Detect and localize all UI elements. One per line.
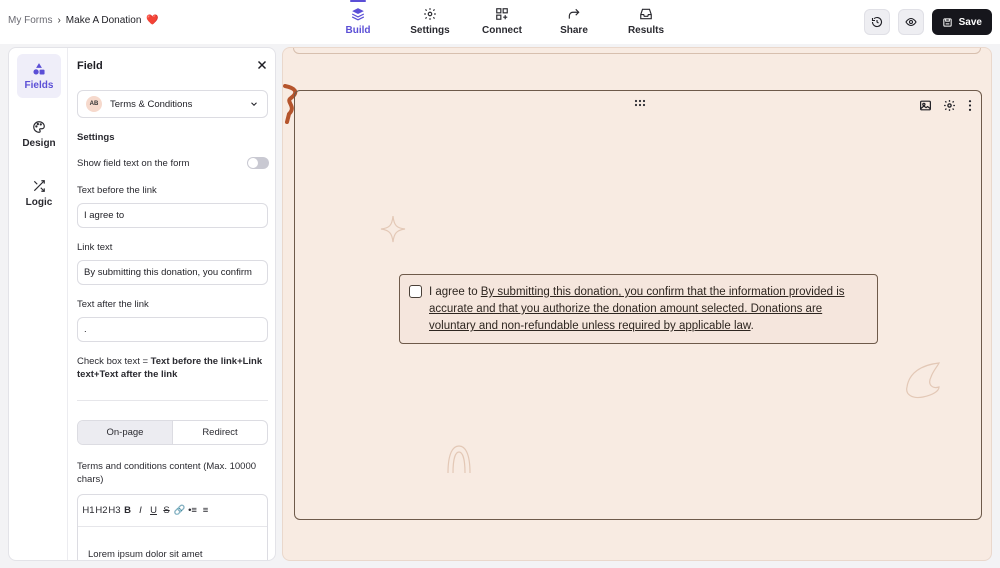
shuffle-icon: [33, 179, 45, 192]
side-rail: Fields Design Logic: [9, 48, 68, 560]
card-tools: [919, 99, 973, 112]
hint-prefix: Check box text =: [77, 356, 151, 367]
text-after-input[interactable]: .: [77, 317, 268, 342]
checkbox-text-before: I agree to: [429, 286, 481, 298]
image-icon[interactable]: [919, 99, 932, 112]
shapes-icon: [33, 62, 45, 75]
settings-heading: Settings: [77, 132, 115, 143]
more-vertical-icon[interactable]: [967, 99, 973, 112]
preview-button[interactable]: [897, 9, 924, 35]
tab-results[interactable]: Results: [610, 0, 682, 44]
close-icon[interactable]: [255, 58, 269, 72]
checkbox-text-hint: Check box text = Text before the link+Li…: [77, 355, 272, 381]
mode-redirect[interactable]: Redirect: [172, 421, 267, 444]
breadcrumb-my-forms[interactable]: My Forms: [8, 15, 52, 26]
history-button[interactable]: [863, 9, 890, 35]
editor-toolbar: H1 H2 H3 B I U S 🔗 •≡ ≡: [78, 495, 267, 527]
save-label: Save: [958, 16, 982, 28]
bold-button[interactable]: B: [121, 505, 134, 516]
rich-text-editor: H1 H2 H3 B I U S 🔗 •≡ ≡ Lorem ipsum dolo…: [77, 494, 268, 560]
nav-tabs: Build Settings Connect Share Results: [322, 0, 682, 44]
terms-checkbox-field[interactable]: I agree to By submitting this donation, …: [399, 274, 878, 344]
italic-button[interactable]: I: [134, 505, 147, 516]
breadcrumb-current: Make A Donation: [65, 15, 142, 26]
show-text-toggle[interactable]: [247, 157, 269, 169]
tab-build[interactable]: Build: [322, 0, 394, 44]
underline-button[interactable]: U: [147, 505, 160, 516]
tab-settings[interactable]: Settings: [394, 0, 466, 44]
checkbox-text-after: .: [750, 320, 754, 332]
heart-icon: ❤️: [146, 15, 159, 26]
rail-item-design[interactable]: Design: [17, 112, 61, 156]
tab-build-label: Build: [345, 25, 371, 36]
content-label: Terms and conditions content (Max. 10000…: [77, 461, 257, 485]
rail-item-logic-label: Logic: [25, 196, 53, 208]
mode-on-page[interactable]: On-page: [78, 421, 172, 444]
h2-button[interactable]: H2: [95, 505, 108, 516]
palette-icon: [33, 120, 45, 133]
terms-checkbox[interactable]: [409, 285, 422, 298]
breadcrumb-separator: ›: [57, 15, 61, 26]
divider: [77, 400, 268, 401]
editor-content[interactable]: Lorem ipsum dolor sit amet: [78, 527, 267, 560]
strikethrough-button[interactable]: S: [160, 505, 173, 516]
arch-decoration: [447, 445, 471, 474]
text-after-label: Text after the link: [77, 299, 149, 310]
form-card[interactable]: I agree to By submitting this donation, …: [294, 90, 982, 520]
gear-icon[interactable]: [943, 99, 956, 112]
terms-badge-icon: AB: [86, 96, 102, 112]
rail-item-fields-label: Fields: [24, 79, 54, 91]
tab-connect-label: Connect: [482, 25, 522, 36]
text-before-label: Text before the link: [77, 185, 157, 196]
chevron-down-icon: [251, 102, 257, 106]
sparkle-decoration: [380, 215, 406, 243]
previous-card: [293, 48, 981, 54]
top-bar: My Forms › Make A Donation ❤️ Build Sett…: [0, 0, 1000, 44]
drag-handle-icon[interactable]: [634, 99, 646, 107]
breadcrumb: My Forms › Make A Donation ❤️: [8, 15, 159, 26]
link-icon[interactable]: 🔗: [173, 505, 186, 516]
tab-share-label: Share: [560, 25, 588, 36]
top-actions: Save: [863, 9, 992, 35]
wave-decoration: [906, 362, 941, 399]
tab-settings-label: Settings: [410, 25, 450, 36]
rail-item-design-label: Design: [22, 137, 56, 149]
field-type-value: Terms & Conditions: [110, 98, 193, 110]
bullet-list-icon[interactable]: •≡: [186, 505, 199, 516]
tab-connect[interactable]: Connect: [466, 0, 538, 44]
save-icon: [942, 17, 952, 27]
save-button[interactable]: Save: [931, 9, 992, 35]
form-canvas: I agree to By submitting this donation, …: [282, 47, 992, 561]
field-type-select[interactable]: AB Terms & Conditions: [77, 90, 268, 118]
panel-title: Field: [77, 60, 103, 72]
left-panel: Fields Design Logic Field AB Terms & Con…: [8, 47, 276, 561]
terms-link[interactable]: By submitting this donation, you confirm…: [429, 286, 845, 332]
h1-button[interactable]: H1: [82, 505, 95, 516]
h3-button[interactable]: H3: [108, 505, 121, 516]
eye-icon: [905, 17, 917, 27]
tab-results-label: Results: [627, 25, 665, 36]
field-settings-panel: Field AB Terms & Conditions Settings Sho…: [69, 48, 275, 560]
tab-share[interactable]: Share: [538, 0, 610, 44]
share-arrow-icon: [568, 8, 580, 19]
text-before-input[interactable]: I agree to: [77, 203, 268, 228]
align-icon[interactable]: ≡: [199, 505, 212, 516]
inbox-icon: [640, 8, 652, 20]
history-icon: [871, 16, 882, 28]
rail-item-logic[interactable]: Logic: [17, 171, 61, 215]
show-text-label: Show field text on the form: [77, 158, 190, 169]
link-text-input[interactable]: By submitting this donation, you confirm: [77, 260, 268, 285]
link-text-label: Link text: [77, 242, 113, 253]
rail-item-fields[interactable]: Fields: [17, 54, 61, 98]
gear-icon: [424, 8, 436, 20]
content-mode-toggle: On-page Redirect: [77, 420, 268, 445]
layers-icon: [351, 8, 365, 21]
grid-plus-icon: [496, 8, 508, 20]
